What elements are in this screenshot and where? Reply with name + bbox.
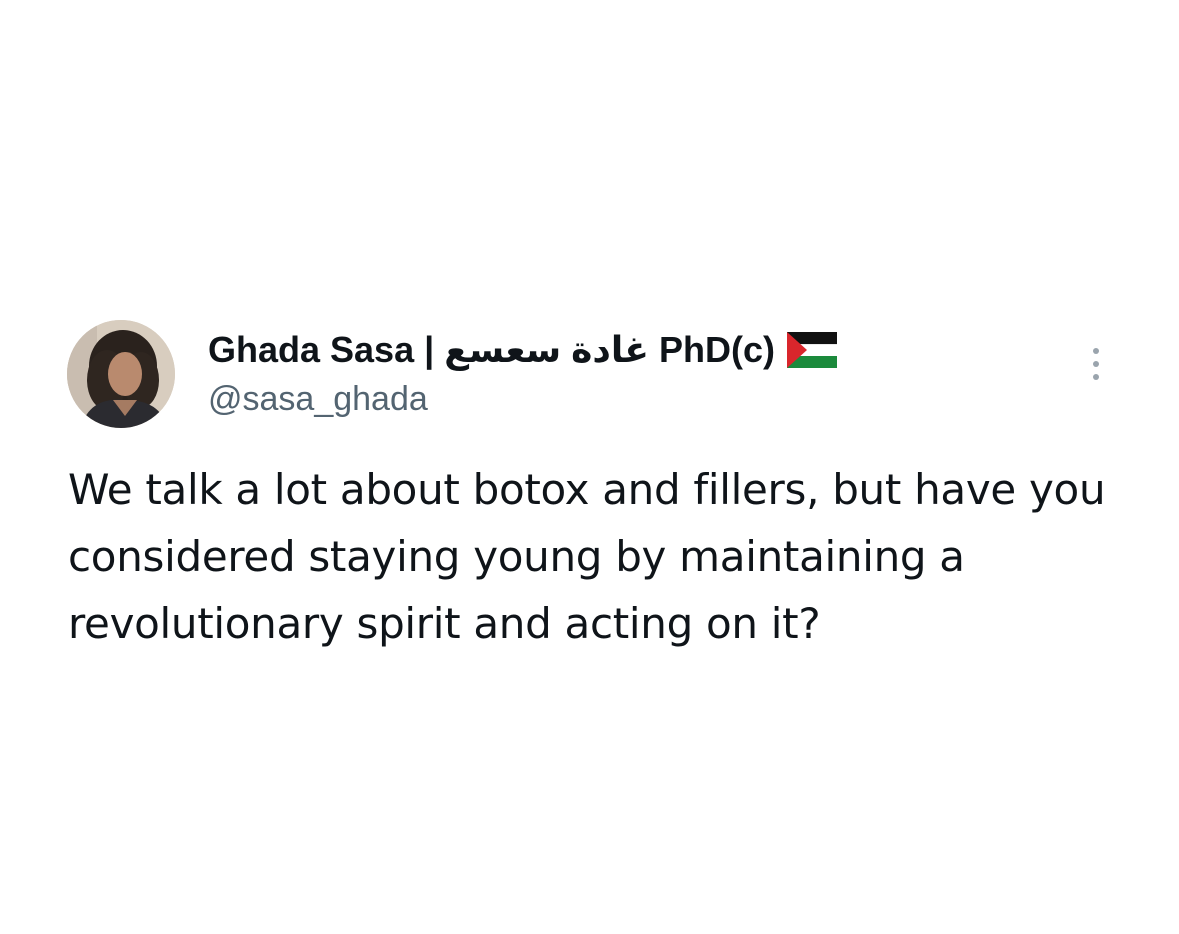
tweet-text: We talk a lot about botox and fillers, b… bbox=[68, 465, 1106, 648]
more-dot bbox=[1093, 348, 1099, 354]
palestine-flag-icon bbox=[786, 332, 837, 368]
author-name-line[interactable]: Ghada Sasa | غادة سعسع PhD(c) bbox=[208, 328, 837, 372]
more-options-icon[interactable] bbox=[1084, 344, 1108, 384]
author-handle[interactable]: @sasa_ghada bbox=[208, 380, 428, 419]
tweet-card: Ghada Sasa | غادة سعسع PhD(c) @sasa_ghad… bbox=[0, 0, 1179, 934]
avatar[interactable] bbox=[67, 320, 175, 428]
more-dot bbox=[1093, 361, 1099, 367]
author-display-name[interactable]: Ghada Sasa | غادة سعسع PhD(c) bbox=[208, 329, 775, 371]
avatar-photo bbox=[67, 320, 175, 428]
more-dot bbox=[1093, 374, 1099, 380]
